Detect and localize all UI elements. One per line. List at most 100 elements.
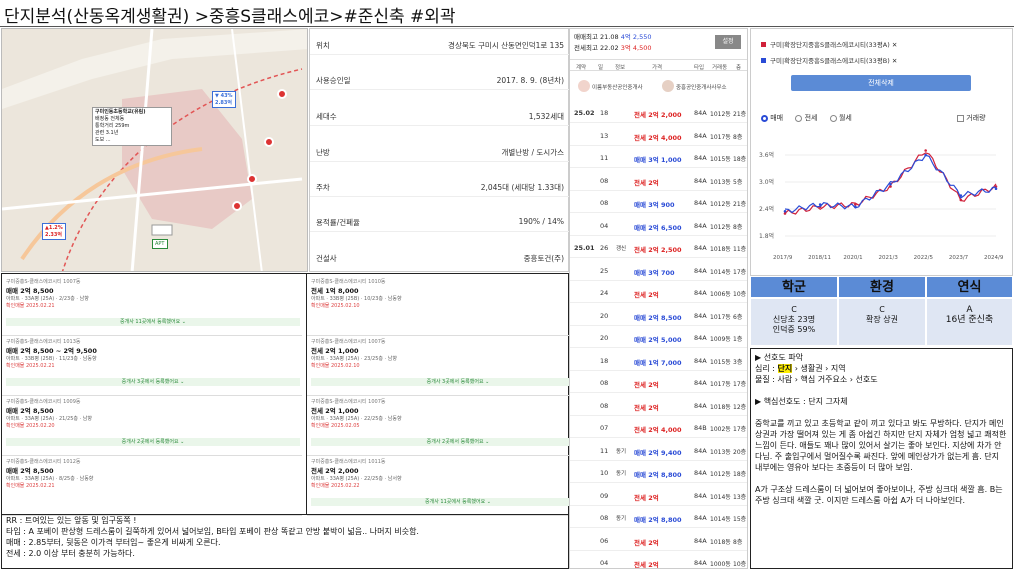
x-tick-label: 2017/9 [773,255,793,261]
radio-monthly[interactable]: 월세 [829,114,852,122]
rating-table: 학군 환경 연식 C 신당초 23명 인덕중 59% C 확장 상권 A 16년 준신축 [750,276,1013,346]
data-point [854,205,857,209]
transaction-row[interactable]: 08 전세 2억 84A 1018동 12층 [570,396,747,416]
transaction-row[interactable]: 18 매매 1억 7,000 84A 1015동 3층 [570,351,747,371]
contract-type: 84A [694,176,707,185]
transaction-row[interactable]: 25.01 26 갱신 전세 2억 2,500 84A 1018동 11층 [570,238,747,258]
listing-title: 구미중흥S-클래스에코시티 1012동 [6,459,81,465]
listing-card[interactable]: 구미중흥S-클래스에코시티 1010동 전세 1억 8,000 아파트 · 33B평… [307,278,607,336]
contract-day: 04 [600,221,609,230]
map-pin[interactable] [264,137,274,147]
agent-name[interactable]: 이룸부동산공인중개사 [592,83,643,91]
listing-card[interactable]: 구미중흥S-클래스에코시티 1013동 매매 2억 8,500 ~ 2억 9,50… [2,338,302,396]
transaction-row[interactable]: 10 동기 매매 2억 8,800 84A 1012동 18층 [570,463,747,483]
transaction-row[interactable]: 13 전세 2억 4,000 84A 1017동 8층 [570,126,747,146]
listing-price: 전세 2억 2,000 [311,467,359,475]
agent-name[interactable]: 중흥공인중개사사무소 [676,83,727,91]
transaction-row[interactable]: 08 전세 2억 84A 1017동 17층 [570,373,747,393]
agent-count-button[interactable]: 중개사 3곳에서 등록했어요 ⌄ [311,378,605,386]
type-radios: 매매 전세 월세 [761,113,852,123]
contract-floor: 12층 [733,403,747,411]
transaction-row[interactable]: 20 매매 2억 8,500 84A 1017동 6층 [570,306,747,326]
x-tick-label: 2022/5 [914,255,934,261]
contract-day: 20 [600,334,609,342]
contract-type: 84A [694,289,707,297]
transaction-row[interactable]: 08 동기 매매 2억 8,800 84A 1014동 15층 [570,508,747,528]
listing-verified: 확인매물 2025.02.21 [6,363,55,369]
transaction-row[interactable]: 04 전세 2억 84A 1000동 10층 [570,553,747,568]
map-pin[interactable] [277,89,287,99]
contract-building: 1013동 [710,178,731,186]
info-key: 건설사 [316,254,337,263]
listing-card[interactable]: 구미중흥S-클래스에코시티 1007동 전세 2억 1,000 아파트 · 33A평… [307,338,607,396]
school-name: 구미인동초등학교(유림) [95,109,146,115]
data-point [783,209,787,213]
radio-sale[interactable]: 매매 [761,114,783,122]
contract-floor: 10층 [733,561,747,568]
transaction-row[interactable]: 24 전세 2억 84A 1006동 10층 [570,283,747,303]
listing-card[interactable]: 구미중흥S-클래스에코시티 1007동 전세 2억 1,000 아파트 · 33A평… [307,398,607,456]
contract-type: 84A [694,379,707,387]
listing-card[interactable]: 구미중흥S-클래스에코시티 1012동 매매 2억 8,500 아파트 · 33A평… [2,458,302,516]
map-pin[interactable] [247,174,257,184]
clear-all-button[interactable]: 전체삭제 [791,75,971,91]
volume-checkbox[interactable]: 거래량 [957,113,986,123]
transaction-row[interactable]: 09 전세 2억 84A 1014동 13층 [570,486,747,506]
y-tick-label: 2.4억 [759,205,774,213]
contract-type: 84A [694,536,707,545]
school-popup[interactable]: 구미인동초등학교(유림) 배정동 전체동 통학거리 259m 관련 3.1년 도… [92,107,172,146]
listing-card[interactable]: 구미중흥S-클래스에코시티 1009동 매매 2억 8,500 아파트 · 33A평… [2,398,302,456]
apt-label[interactable]: APT [152,239,168,249]
note-line: 물질 : 사람 › 핵심 거주요소 › 선호도 [755,375,878,384]
contract-type: 84B [694,424,707,432]
transaction-row[interactable]: 08 매매 3억 900 84A 1012동 21층 [570,193,747,213]
settings-button[interactable]: 설정 [715,35,741,49]
transaction-row[interactable]: 11 매매 3억 1,000 84A 1015동 18층 [570,148,747,168]
analysis-notes: RR : 트여있는 있는 앞동 및 입구동쪽 ! 타입 : A 포베이 판상형 … [1,515,569,569]
listing-verified: 확인매물 2025.02.10 [311,363,360,369]
map-pin[interactable] [232,201,242,211]
listing-detail: 아파트 · 33B평 (25B) · 11/23층 · 남동향 [6,356,97,362]
transaction-row[interactable]: 20 매매 2억 5,000 84A 1009동 1층 [570,328,747,348]
x-tick-label: 2024/9 [984,255,1004,261]
legend-item-b[interactable]: 구미|확장단지중흥S클래스에코시티(33평B) ✕ [761,53,897,69]
agent-count-button[interactable]: 중개사 2곳에서 등록했어요 ⌄ [311,438,605,446]
map-view[interactable]: ▼ 43% 2.83억 ▲1.2% 2.33억 구미인동초등학교(유림) 배정동… [1,28,308,272]
info-value: 경상북도 구미시 산동면인덕1로 135 [448,41,564,50]
contract-building: 1012동 [710,471,731,478]
contract-building: 1006동 [710,291,731,298]
agent-count-button[interactable]: 중개사 3곳에서 등록했어요 ⌄ [6,378,300,386]
price-marker[interactable]: ▲1.2% 2.33억 [42,223,66,240]
agent-count-button[interactable]: 중개사 2곳에서 등록했어요 ⌄ [6,438,300,446]
agent-count-button[interactable]: 중개사 11곳에서 등록했어요 ⌄ [6,318,300,326]
transaction-row[interactable]: 08 전세 2억 84A 1013동 5층 [570,171,747,191]
transaction-row[interactable]: 07 전세 2억 4,000 84B 1002동 17층 [570,418,747,438]
contract-day: 11 [600,154,609,162]
contract-month: 25.02 [574,109,595,117]
x-tick-label: 2020/1 [843,255,862,261]
transaction-row[interactable]: 04 매매 2억 6,500 84A 1012동 8층 [570,216,747,236]
data-point [959,194,963,197]
agent-row: 이룸부동산공인중개사 중흥공인중개사사무소 [570,73,747,101]
listing-card[interactable]: 구미중흥S-클래스에코시티 1011동 전세 2억 2,000 아파트 · 33A평… [307,458,607,516]
agent-avatar [662,80,674,92]
contract-type: 84A [694,514,707,522]
contract-info: 갱신 [616,246,627,252]
radio-jeonse[interactable]: 전세 [795,114,817,122]
contract-info: 동기 [616,448,627,455]
transaction-row[interactable]: 25 매매 3억 700 84A 1014동 17층 [570,261,747,281]
contract-building: 1017동 [710,381,731,388]
transaction-row[interactable]: 06 전세 2억 84A 1018동 8층 [570,531,747,551]
listing-detail: 아파트 · 33A평 (25A) · 22/25층 · 남서향 [311,476,402,482]
price-marker[interactable]: ▼ 43% 2.83억 [212,91,236,108]
legend-item-a[interactable]: 구미|확장단지중흥S클래스에코시티(33평A) ✕ [761,37,897,53]
agent-count-button[interactable]: 중개사 11곳에서 등록했어요 ⌄ [311,498,605,506]
price-value: 2.33억 [45,232,62,238]
listing-card[interactable]: 구미중흥S-클래스에코시티 1007동 매매 2억 8,500 아파트 · 33A평… [2,278,302,336]
listing-verified: 확인매물 2025.02.20 [6,423,55,429]
school-detail: 관련 3.1년 [95,130,119,136]
contract-day: 20 [600,311,609,320]
transaction-row[interactable]: 25.02 18 전세 2억 2,000 84A 1012동 21층 [570,103,747,123]
contract-price: 매매 3억 700 [634,268,675,277]
transaction-row[interactable]: 11 동기 매매 2억 9,400 84A 1013동 20층 [570,441,747,461]
